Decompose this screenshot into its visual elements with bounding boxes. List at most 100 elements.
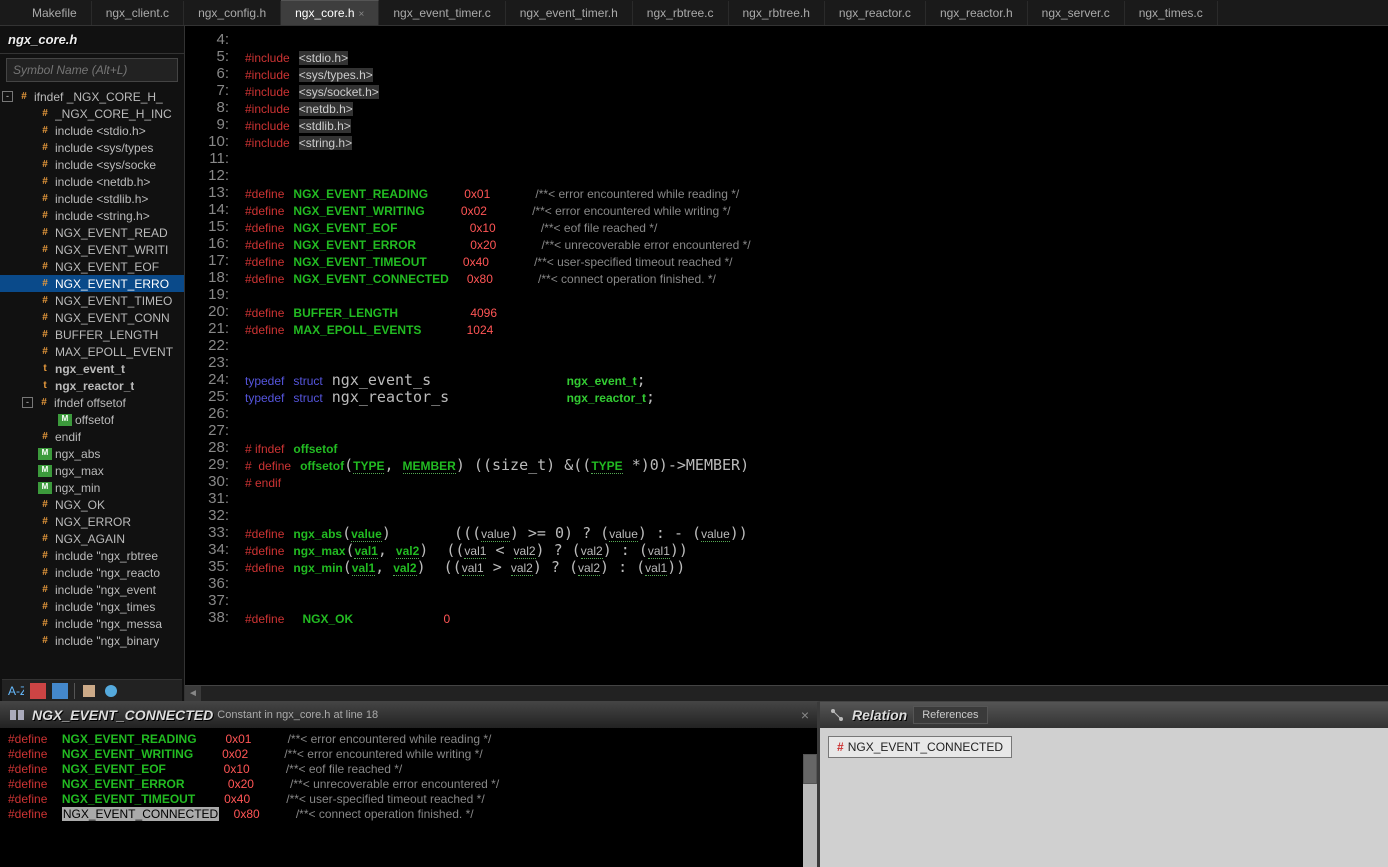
context-line[interactable]: #define NGX_EVENT_ERROR 0x20 /**< unreco… bbox=[8, 777, 809, 792]
symbol-node[interactable]: #include "ngx_event bbox=[0, 581, 184, 598]
code-line[interactable] bbox=[245, 354, 1388, 371]
tab-ngx-rbtree-c[interactable]: ngx_rbtree.c bbox=[633, 1, 729, 25]
code-editor[interactable]: 4:5:6:7:8:9:10:11:12:13:14:15:16:17:18:1… bbox=[185, 26, 1388, 701]
symbol-node[interactable]: #NGX_EVENT_READ bbox=[0, 224, 184, 241]
symbol-node[interactable]: #include <stdlib.h> bbox=[0, 190, 184, 207]
symbol-node[interactable]: #include "ngx_reacto bbox=[0, 564, 184, 581]
symbol-node[interactable]: #include "ngx_messa bbox=[0, 615, 184, 632]
context-line[interactable]: #define NGX_EVENT_TIMEOUT 0x40 /**< user… bbox=[8, 792, 809, 807]
code-line[interactable]: #define NGX_EVENT_READING 0x01 /**< erro… bbox=[245, 184, 1388, 201]
symbol-node[interactable]: #include "ngx_rbtree bbox=[0, 547, 184, 564]
tab-makefile[interactable]: Makefile bbox=[18, 1, 92, 25]
code-line[interactable] bbox=[245, 337, 1388, 354]
book-icon[interactable] bbox=[81, 683, 97, 699]
tab-ngx-event-timer-h[interactable]: ngx_event_timer.h bbox=[506, 1, 633, 25]
symbol-node[interactable]: -#ifndef _NGX_CORE_H_ bbox=[0, 88, 184, 105]
symbol-node[interactable]: #NGX_ERROR bbox=[0, 513, 184, 530]
symbol-node[interactable]: tngx_event_t bbox=[0, 360, 184, 377]
tab-ngx-event-timer-c[interactable]: ngx_event_timer.c bbox=[379, 1, 505, 25]
symbol-node[interactable]: Mngx_min bbox=[0, 479, 184, 496]
symbol-node[interactable]: Mngx_max bbox=[0, 462, 184, 479]
code-body[interactable]: #include <stdio.h>#include <sys/types.h>… bbox=[245, 26, 1388, 626]
code-line[interactable]: #define ngx_abs(value) (((value) >= 0) ?… bbox=[245, 524, 1388, 541]
context-line[interactable]: #define NGX_EVENT_READING 0x01 /**< erro… bbox=[8, 732, 809, 747]
code-line[interactable]: #define NGX_EVENT_ERROR 0x20 /**< unreco… bbox=[245, 235, 1388, 252]
tab-ngx-core-h[interactable]: ngx_core.h× bbox=[281, 0, 379, 25]
code-line[interactable] bbox=[245, 575, 1388, 592]
symbol-node[interactable]: #NGX_OK bbox=[0, 496, 184, 513]
symbol-node[interactable]: #NGX_EVENT_ERRO bbox=[0, 275, 184, 292]
code-line[interactable] bbox=[245, 286, 1388, 303]
code-line[interactable]: typedef struct ngx_reactor_s ngx_reactor… bbox=[245, 388, 1388, 405]
code-line[interactable] bbox=[245, 150, 1388, 167]
context-line[interactable]: #define NGX_EVENT_CONNECTED 0x80 /**< co… bbox=[8, 807, 809, 822]
symbol-node[interactable]: #MAX_EPOLL_EVENT bbox=[0, 343, 184, 360]
symbol-node[interactable]: #BUFFER_LENGTH bbox=[0, 326, 184, 343]
symbol-node[interactable]: #include "ngx_binary bbox=[0, 632, 184, 649]
symbol-node[interactable]: #include "ngx_times bbox=[0, 598, 184, 615]
symbol-node[interactable]: Mngx_abs bbox=[0, 445, 184, 462]
collapse-icon[interactable]: - bbox=[22, 397, 33, 408]
code-line[interactable] bbox=[245, 592, 1388, 609]
symbol-node[interactable]: #NGX_EVENT_WRITI bbox=[0, 241, 184, 258]
symbol-node[interactable]: #endif bbox=[0, 428, 184, 445]
symbol-node[interactable]: #NGX_EVENT_TIMEO bbox=[0, 292, 184, 309]
tab-ngx-client-c[interactable]: ngx_client.c bbox=[92, 1, 184, 25]
code-line[interactable]: # define offsetof(TYPE, MEMBER) ((size_t… bbox=[245, 456, 1388, 473]
tab-ngx-reactor-h[interactable]: ngx_reactor.h bbox=[926, 1, 1028, 25]
editor-hscrollbar[interactable]: ◄ bbox=[185, 685, 1388, 701]
code-line[interactable]: #include <sys/socket.h> bbox=[245, 82, 1388, 99]
scroll-left-arrow[interactable]: ◄ bbox=[185, 686, 201, 702]
code-line[interactable]: #define NGX_EVENT_EOF 0x10 /**< eof file… bbox=[245, 218, 1388, 235]
code-line[interactable]: #define NGX_EVENT_WRITING 0x02 /**< erro… bbox=[245, 201, 1388, 218]
list-icon[interactable] bbox=[30, 683, 46, 699]
code-line[interactable] bbox=[245, 507, 1388, 524]
tab-ngx-rbtree-h[interactable]: ngx_rbtree.h bbox=[729, 1, 825, 25]
gear-icon[interactable] bbox=[103, 683, 119, 699]
code-line[interactable]: #define ngx_min(val1, val2) ((val1 > val… bbox=[245, 558, 1388, 575]
code-line[interactable]: #define BUFFER_LENGTH 4096 bbox=[245, 303, 1388, 320]
code-line[interactable]: #include <stdio.h> bbox=[245, 48, 1388, 65]
symbol-node[interactable]: Moffsetof bbox=[0, 411, 184, 428]
collapse-icon[interactable]: - bbox=[2, 91, 13, 102]
relation-body[interactable]: # NGX_EVENT_CONNECTED bbox=[820, 728, 1388, 867]
code-line[interactable] bbox=[245, 31, 1388, 48]
relation-item[interactable]: # NGX_EVENT_CONNECTED bbox=[828, 736, 1012, 758]
code-line[interactable]: #define NGX_OK 0 bbox=[245, 609, 1388, 626]
symbol-node[interactable]: #NGX_AGAIN bbox=[0, 530, 184, 547]
code-line[interactable]: # endif bbox=[245, 473, 1388, 490]
symbol-node[interactable]: -#ifndef offsetof bbox=[0, 394, 184, 411]
code-line[interactable] bbox=[245, 490, 1388, 507]
code-line[interactable]: #define NGX_EVENT_TIMEOUT 0x40 /**< user… bbox=[245, 252, 1388, 269]
code-line[interactable]: #include <string.h> bbox=[245, 133, 1388, 150]
code-line[interactable]: #define NGX_EVENT_CONNECTED 0x80 /**< co… bbox=[245, 269, 1388, 286]
tab-ngx-server-c[interactable]: ngx_server.c bbox=[1028, 1, 1125, 25]
relation-tab-references[interactable]: References bbox=[913, 706, 987, 724]
symbol-search-input[interactable] bbox=[6, 58, 178, 82]
tree-icon[interactable] bbox=[52, 683, 68, 699]
code-line[interactable] bbox=[245, 422, 1388, 439]
context-body[interactable]: #define NGX_EVENT_READING 0x01 /**< erro… bbox=[0, 728, 817, 867]
code-line[interactable]: #include <netdb.h> bbox=[245, 99, 1388, 116]
context-line[interactable]: #define NGX_EVENT_WRITING 0x02 /**< erro… bbox=[8, 747, 809, 762]
code-line[interactable]: #define ngx_max(val1, val2) ((val1 < val… bbox=[245, 541, 1388, 558]
symbol-node[interactable]: #include <string.h> bbox=[0, 207, 184, 224]
code-line[interactable]: # ifndef offsetof bbox=[245, 439, 1388, 456]
sort-az-icon[interactable]: A-Z bbox=[8, 683, 24, 699]
close-icon[interactable]: × bbox=[801, 707, 809, 723]
code-line[interactable]: #define MAX_EPOLL_EVENTS 1024 bbox=[245, 320, 1388, 337]
symbol-node[interactable]: #include <sys/types bbox=[0, 139, 184, 156]
close-icon[interactable]: × bbox=[359, 9, 365, 20]
symbol-node[interactable]: #NGX_EVENT_EOF bbox=[0, 258, 184, 275]
code-line[interactable]: #include <sys/types.h> bbox=[245, 65, 1388, 82]
symbol-node[interactable]: #include <netdb.h> bbox=[0, 173, 184, 190]
context-line[interactable]: #define NGX_EVENT_EOF 0x10 /**< eof file… bbox=[8, 762, 809, 777]
code-line[interactable]: #include <stdlib.h> bbox=[245, 116, 1388, 133]
symbol-node[interactable]: #include <sys/socke bbox=[0, 156, 184, 173]
tab-ngx-times-c[interactable]: ngx_times.c bbox=[1125, 1, 1218, 25]
symbol-node[interactable]: tngx_reactor_t bbox=[0, 377, 184, 394]
symbol-node[interactable]: #_NGX_CORE_H_INC bbox=[0, 105, 184, 122]
symbol-node[interactable]: #NGX_EVENT_CONN bbox=[0, 309, 184, 326]
tab-ngx-config-h[interactable]: ngx_config.h bbox=[184, 1, 281, 25]
code-line[interactable]: typedef struct ngx_event_s ngx_event_t; bbox=[245, 371, 1388, 388]
